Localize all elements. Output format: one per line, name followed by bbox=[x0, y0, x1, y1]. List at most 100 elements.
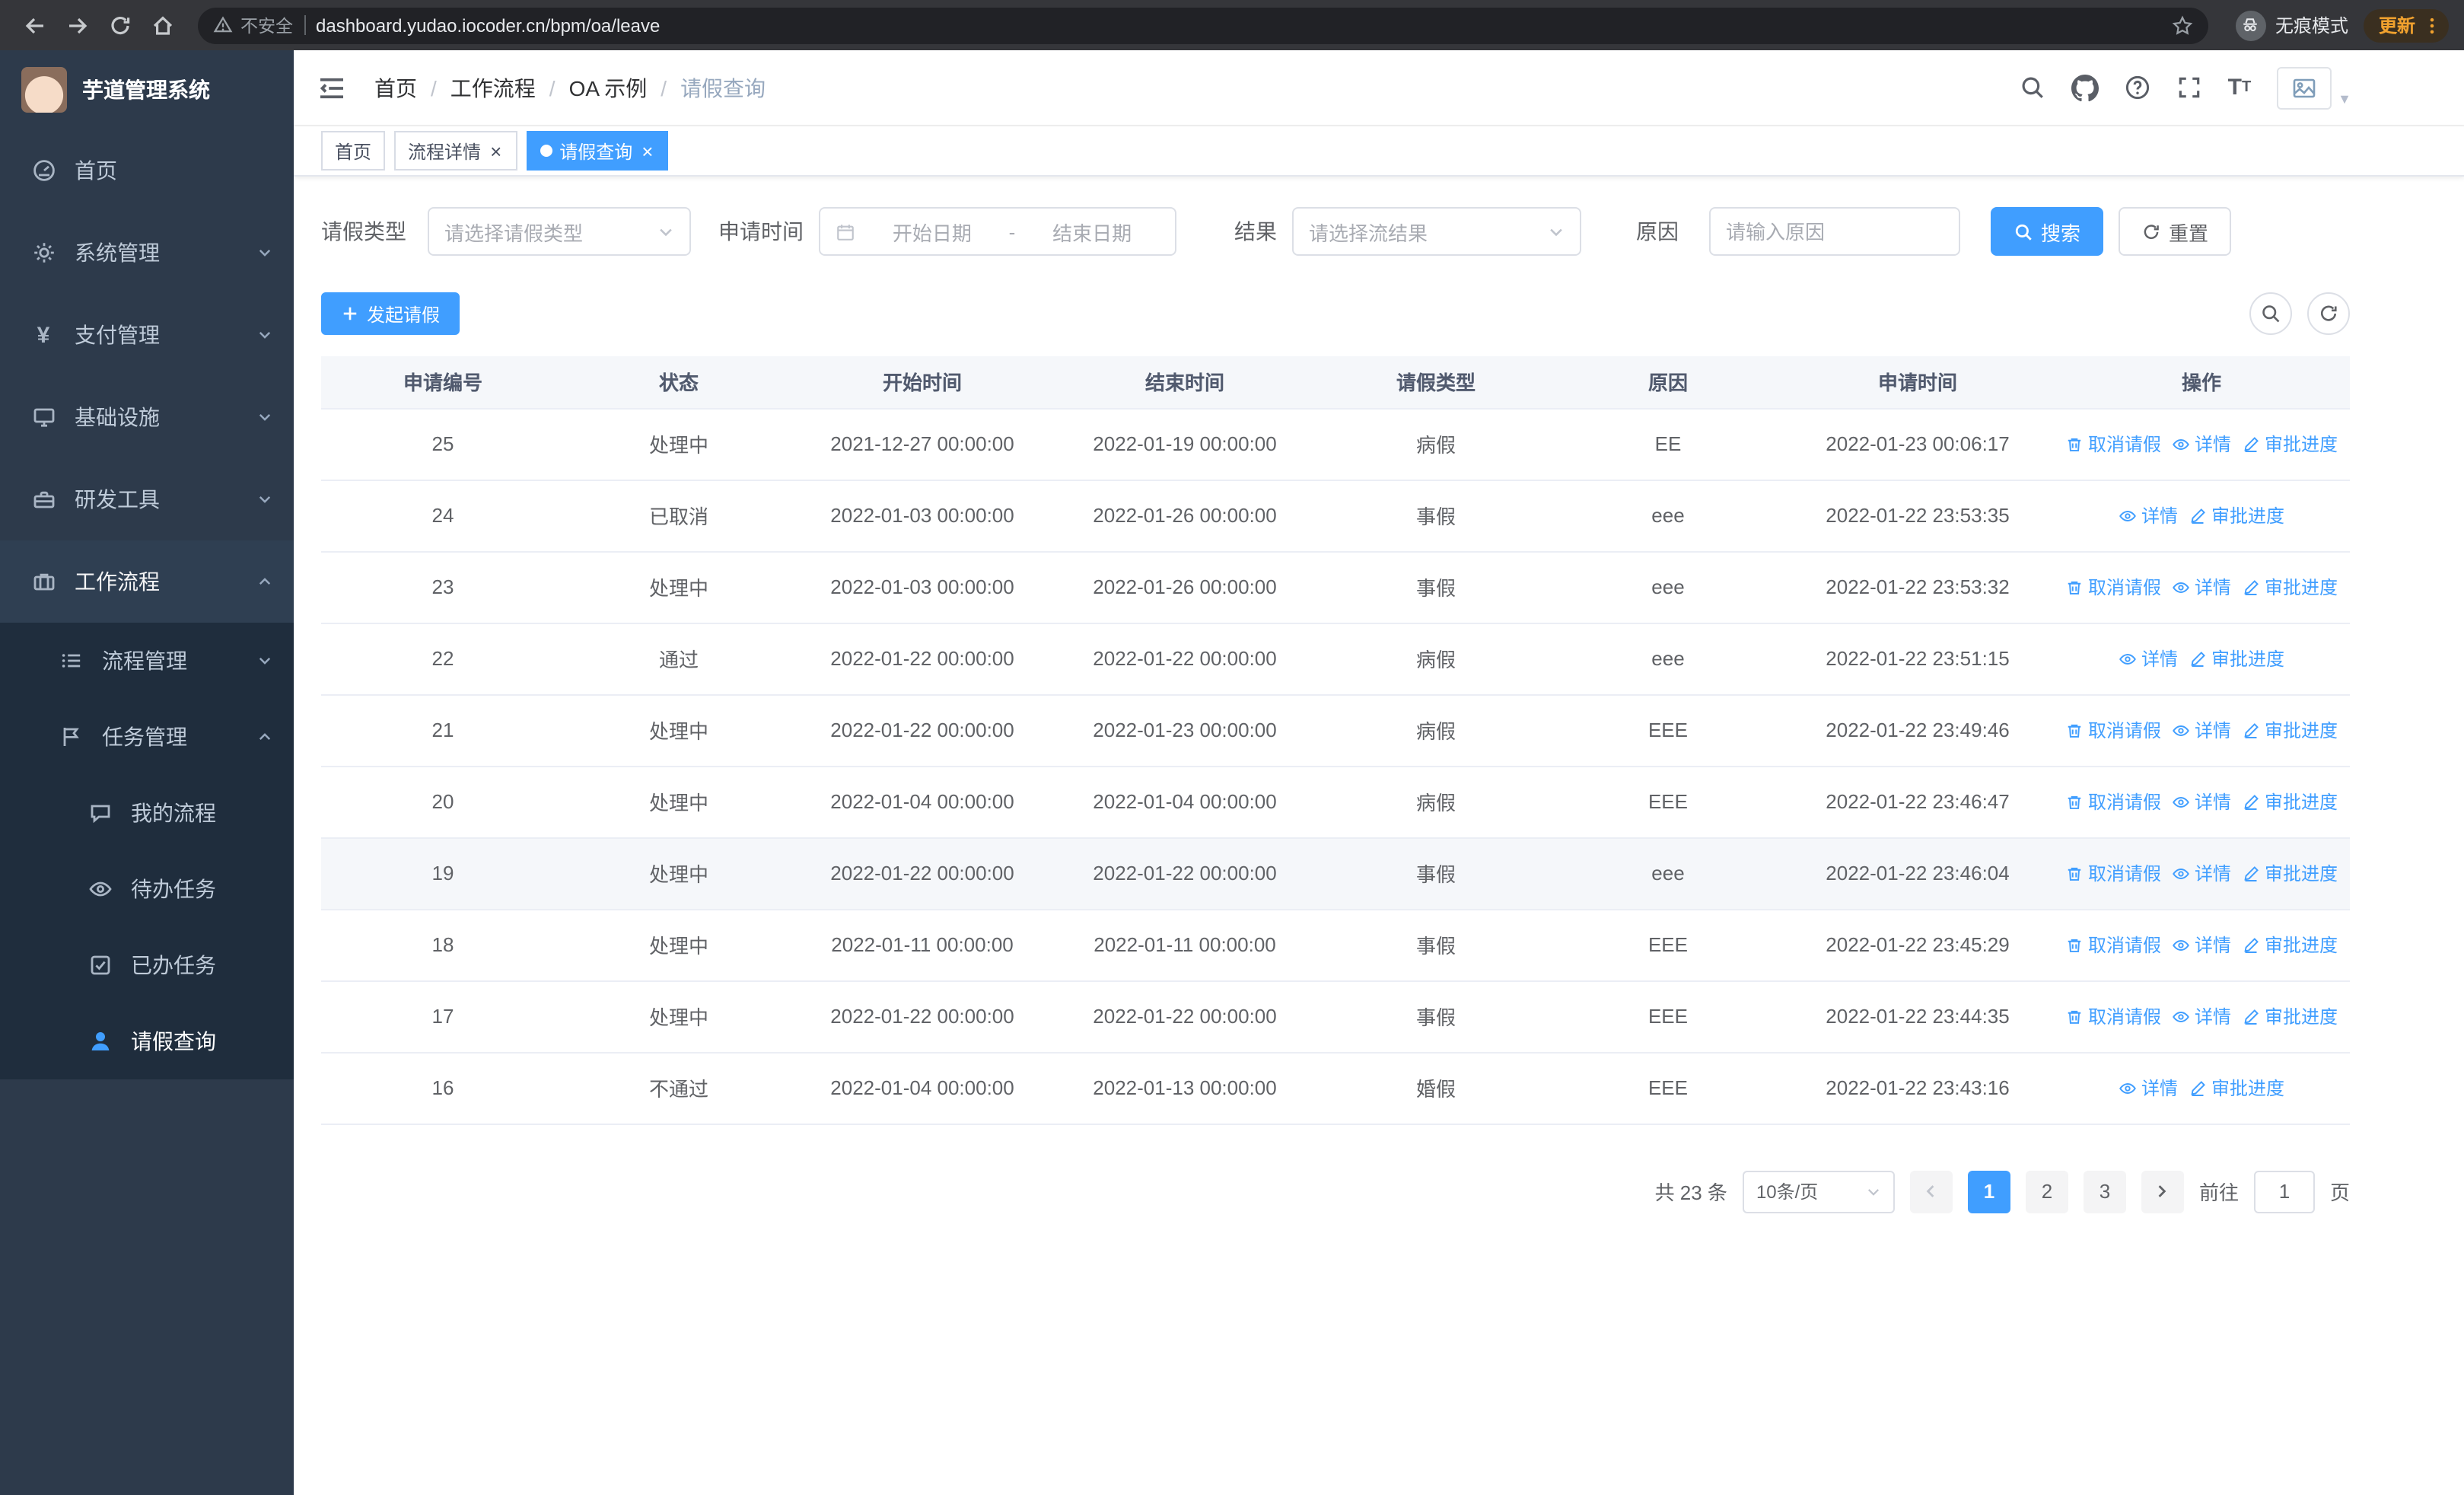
next-page-button[interactable] bbox=[2141, 1170, 2184, 1213]
reason-input[interactable] bbox=[1709, 207, 1960, 256]
plus-icon bbox=[343, 307, 357, 320]
sidebar-item-home[interactable]: 首页 bbox=[0, 129, 294, 212]
cancel-leave-link[interactable]: 取消请假 bbox=[2065, 932, 2161, 958]
refresh-table-button[interactable] bbox=[2307, 292, 2350, 335]
detail-link[interactable]: 详情 bbox=[2119, 645, 2178, 671]
github-icon[interactable] bbox=[2071, 74, 2099, 101]
help-icon[interactable] bbox=[2125, 75, 2150, 100]
detail-link[interactable]: 详情 bbox=[2172, 574, 2231, 600]
apply-time-range-picker[interactable]: 开始日期 - 结束日期 bbox=[819, 207, 1176, 256]
detail-link[interactable]: 详情 bbox=[2172, 431, 2231, 457]
breadcrumb-separator: / bbox=[549, 75, 556, 100]
goto-page-input[interactable] bbox=[2253, 1170, 2315, 1213]
cancel-leave-link[interactable]: 取消请假 bbox=[2065, 717, 2161, 743]
page-button-1[interactable]: 1 bbox=[1967, 1170, 2010, 1213]
detail-link[interactable]: 详情 bbox=[2172, 789, 2231, 814]
sidebar-item-infra[interactable]: 基础设施 bbox=[0, 376, 294, 458]
cell-leave-type: 病假 bbox=[1318, 623, 1554, 695]
breadcrumb-workflow[interactable]: 工作流程 bbox=[450, 72, 536, 103]
browser-update-button[interactable]: 更新 bbox=[2363, 8, 2449, 42]
sidebar-item-done-tasks[interactable]: 已办任务 bbox=[0, 927, 294, 1003]
page-button-2[interactable]: 2 bbox=[2025, 1170, 2068, 1213]
approval-progress-label: 审批进度 bbox=[2265, 720, 2338, 741]
approval-progress-link[interactable]: 审批进度 bbox=[2242, 717, 2338, 743]
sidebar-item-task-mgmt[interactable]: 任务管理 bbox=[0, 699, 294, 775]
prev-page-button[interactable] bbox=[1909, 1170, 1953, 1213]
user-menu[interactable]: ▼ bbox=[2277, 66, 2351, 109]
sidebar-item-my-process[interactable]: 我的流程 bbox=[0, 775, 294, 851]
sidebar-item-workflow[interactable]: 工作流程 bbox=[0, 540, 294, 623]
cancel-leave-label: 取消请假 bbox=[2087, 720, 2161, 741]
browser-back-button[interactable] bbox=[15, 5, 55, 45]
bookmark-star-icon[interactable] bbox=[2172, 14, 2193, 36]
approval-progress-link[interactable]: 审批进度 bbox=[2242, 860, 2338, 886]
cell-status: 处理中 bbox=[565, 408, 793, 480]
font-size-icon[interactable]: TT bbox=[2228, 76, 2252, 99]
detail-link[interactable]: 详情 bbox=[2172, 717, 2231, 743]
search-icon[interactable] bbox=[2020, 75, 2045, 100]
approval-progress-link[interactable]: 审批进度 bbox=[2242, 932, 2338, 958]
breadcrumb-oa-example[interactable]: OA 示例 bbox=[569, 72, 648, 103]
tab-process-detail[interactable]: 流程详情 × bbox=[394, 131, 517, 171]
reset-button[interactable]: 重置 bbox=[2119, 207, 2232, 256]
sidebar-item-payment[interactable]: ¥ 支付管理 bbox=[0, 294, 294, 376]
detail-link[interactable]: 详情 bbox=[2119, 502, 2178, 528]
browser-home-button[interactable] bbox=[143, 5, 183, 45]
detail-link[interactable]: 详情 bbox=[2172, 1003, 2231, 1029]
cancel-leave-link[interactable]: 取消请假 bbox=[2065, 860, 2161, 886]
toggle-search-button[interactable] bbox=[2249, 292, 2292, 335]
delete-icon bbox=[2068, 938, 2081, 952]
approval-progress-link[interactable]: 审批进度 bbox=[2189, 502, 2284, 528]
chevron-down-icon bbox=[257, 327, 272, 343]
tab-home[interactable]: 首页 bbox=[321, 131, 386, 171]
browser-reload-button[interactable] bbox=[100, 5, 140, 45]
approval-progress-link[interactable]: 审批进度 bbox=[2242, 1003, 2338, 1029]
create-leave-button[interactable]: 发起请假 bbox=[321, 292, 460, 335]
sidebar-item-todo-tasks[interactable]: 待办任务 bbox=[0, 851, 294, 927]
breadcrumb-home[interactable]: 首页 bbox=[374, 72, 417, 103]
sidebar-item-label: 首页 bbox=[75, 158, 117, 183]
cell-apply-time: 2022-01-22 23:49:46 bbox=[1782, 694, 2053, 767]
cancel-leave-link[interactable]: 取消请假 bbox=[2065, 431, 2161, 457]
browser-forward-button[interactable] bbox=[58, 5, 97, 45]
fullscreen-icon[interactable] bbox=[2176, 75, 2202, 100]
approval-progress-link[interactable]: 审批进度 bbox=[2242, 789, 2338, 814]
approval-progress-link[interactable]: 审批进度 bbox=[2189, 1075, 2284, 1101]
url-text: dashboard.yudao.iocoder.cn/bpm/oa/leave bbox=[316, 14, 661, 36]
sidebar-item-devtools[interactable]: 研发工具 bbox=[0, 458, 294, 540]
app-logo[interactable]: 芋道管理系统 bbox=[0, 50, 294, 129]
sidebar-item-system[interactable]: 系统管理 bbox=[0, 212, 294, 294]
col-status: 状态 bbox=[565, 356, 793, 409]
detail-link[interactable]: 详情 bbox=[2119, 1075, 2178, 1101]
cell-apply-time: 2022-01-22 23:46:04 bbox=[1782, 837, 2053, 910]
sidebar-collapse-icon[interactable] bbox=[317, 72, 347, 103]
result-select[interactable]: 请选择流结果 bbox=[1292, 207, 1581, 256]
cell-reason: eee bbox=[1554, 551, 1782, 623]
cancel-leave-link[interactable]: 取消请假 bbox=[2065, 1003, 2161, 1029]
cancel-leave-link[interactable]: 取消请假 bbox=[2065, 574, 2161, 600]
detail-label: 详情 bbox=[2194, 434, 2231, 455]
detail-link[interactable]: 详情 bbox=[2172, 932, 2231, 958]
security-warning[interactable]: 不安全 bbox=[213, 13, 293, 37]
tab-leave-query[interactable]: 请假查询 × bbox=[526, 131, 669, 171]
sidebar-item-process-mgmt[interactable]: 流程管理 bbox=[0, 623, 294, 699]
edit-icon bbox=[2244, 579, 2259, 594]
close-icon[interactable]: × bbox=[640, 141, 654, 161]
briefcase-icon bbox=[30, 569, 56, 594]
detail-link[interactable]: 详情 bbox=[2172, 860, 2231, 886]
leave-type-select[interactable]: 请选择请假类型 bbox=[428, 207, 691, 256]
approval-progress-link[interactable]: 审批进度 bbox=[2189, 645, 2284, 671]
end-date-placeholder: 结束日期 bbox=[1052, 222, 1132, 244]
delete-icon bbox=[2068, 1009, 2081, 1023]
approval-progress-link[interactable]: 审批进度 bbox=[2242, 574, 2338, 600]
table-header-row: 申请编号 状态 开始时间 结束时间 请假类型 原因 申请时间 操作 bbox=[321, 356, 2350, 409]
address-bar[interactable]: 不安全 dashboard.yudao.iocoder.cn/bpm/oa/le… bbox=[198, 7, 2208, 43]
page-button-3[interactable]: 3 bbox=[2083, 1170, 2126, 1213]
approval-progress-link[interactable]: 审批进度 bbox=[2242, 431, 2338, 457]
chevron-down-icon bbox=[257, 653, 272, 668]
search-button[interactable]: 搜索 bbox=[1991, 207, 2104, 256]
close-icon[interactable]: × bbox=[489, 141, 503, 161]
sidebar-item-leave-query[interactable]: 请假查询 bbox=[0, 1003, 294, 1079]
page-size-select[interactable]: 10条/页 bbox=[1742, 1170, 1895, 1213]
cancel-leave-link[interactable]: 取消请假 bbox=[2065, 789, 2161, 814]
